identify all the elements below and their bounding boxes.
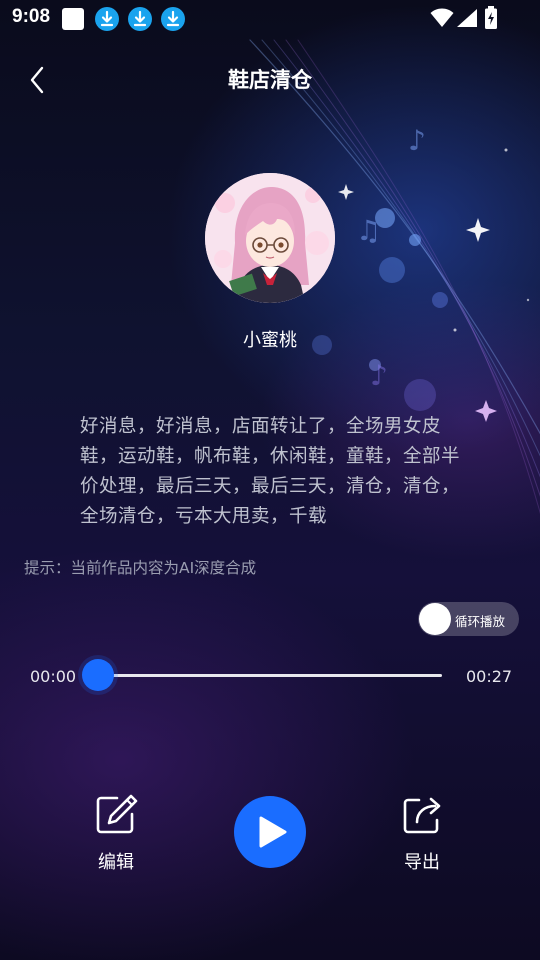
lyrics-text: 好消息，好消息，店面转让了，全场男女皮鞋，运动鞋，帆布鞋，休闲鞋，童鞋，全部半价… <box>80 416 461 527</box>
download-notification-icon <box>95 7 119 31</box>
ai-notice: 提示：当前作品内容为AI深度合成 <box>24 559 257 577</box>
total-time: 00:27 <box>466 667 513 686</box>
progress-knob[interactable] <box>82 659 114 691</box>
battery-charging-icon <box>485 6 497 29</box>
status-bar: 9:08 <box>0 0 540 38</box>
progress-slider[interactable] <box>82 659 442 691</box>
export-share-icon <box>403 797 441 834</box>
download-notification-icon <box>128 7 152 31</box>
svg-text:♪: ♪ <box>370 359 388 392</box>
svg-text:♪: ♪ <box>408 124 426 157</box>
status-time: 9:08 <box>12 6 51 27</box>
svg-text:♫: ♫ <box>356 214 381 247</box>
author-avatar[interactable] <box>205 173 335 303</box>
edit-icon <box>96 794 138 834</box>
page-title: 鞋店清仓 <box>228 68 312 92</box>
toggle-knob <box>419 603 451 635</box>
edit-label: 编辑 <box>98 852 134 873</box>
play-button[interactable] <box>234 796 306 868</box>
avatar-illustration <box>205 173 335 303</box>
export-button[interactable]: 导出 <box>386 790 458 874</box>
edit-button[interactable]: 编辑 <box>80 790 152 874</box>
export-label: 导出 <box>404 852 440 873</box>
play-icon <box>259 816 287 848</box>
signal-icon <box>457 9 477 27</box>
loop-play-toggle[interactable]: 循环播放 <box>418 602 519 636</box>
notification-app-icon <box>62 8 84 30</box>
current-time: 00:00 <box>30 667 77 686</box>
author-name: 小蜜桃 <box>243 330 297 351</box>
wifi-icon <box>430 8 454 27</box>
loop-play-label: 循环播放 <box>455 614 506 629</box>
download-notification-icon <box>161 7 185 31</box>
